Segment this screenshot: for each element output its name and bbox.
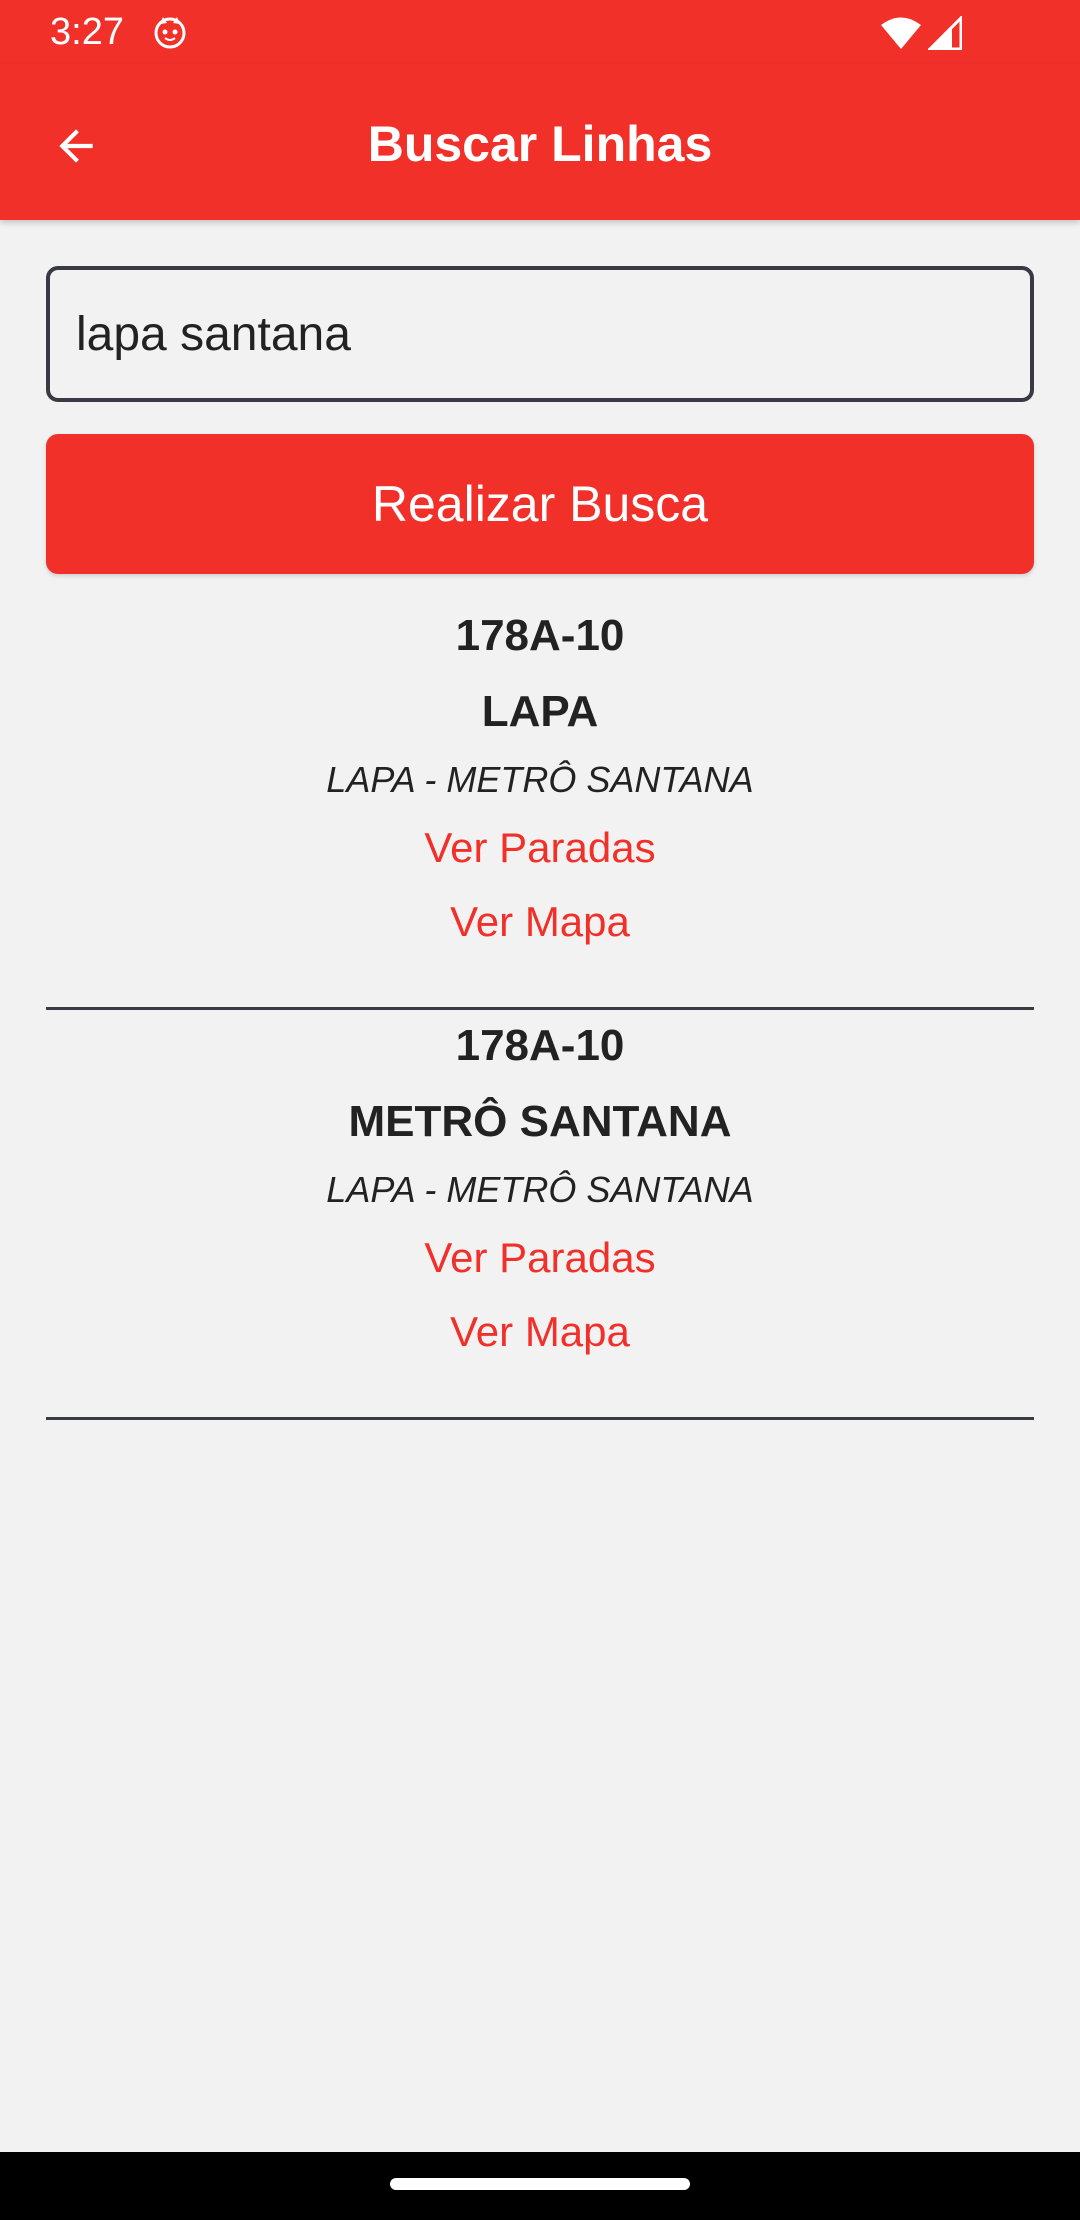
line-destination: LAPA: [481, 687, 599, 736]
status-time: 3:27: [50, 11, 124, 53]
search-field: [46, 266, 1034, 402]
results-list: 178A-10 LAPA LAPA - METRÔ SANTANA Ver Pa…: [46, 600, 1034, 1420]
line-route: LAPA - METRÔ SANTANA: [326, 759, 754, 800]
page-title: Buscar Linhas: [367, 116, 713, 172]
wifi-icon: [881, 17, 921, 49]
search-input[interactable]: [50, 270, 1030, 398]
cat-notification-icon: [154, 17, 186, 49]
navigation-bar: [0, 2152, 1080, 2220]
status-bar: 3:27: [0, 0, 1080, 64]
cell-signal-icon: [928, 16, 962, 50]
screen: 3:27 Buscar Linhas Realizar Busca: [0, 0, 1080, 2220]
line-code: 178A-10: [455, 1021, 625, 1070]
list-item: 178A-10 METRÔ SANTANA LAPA - METRÔ SANTA…: [46, 1010, 1034, 1420]
home-gesture-handle[interactable]: [390, 2178, 690, 2190]
view-map-link[interactable]: Ver Mapa: [46, 897, 1034, 947]
view-map-link[interactable]: Ver Mapa: [46, 1307, 1034, 1357]
view-stops-link[interactable]: Ver Paradas: [46, 1233, 1034, 1283]
line-destination: METRÔ SANTANA: [348, 1097, 732, 1146]
app-bar: Buscar Linhas: [0, 64, 1080, 220]
list-item: 178A-10 LAPA LAPA - METRÔ SANTANA Ver Pa…: [46, 600, 1034, 1010]
view-stops-link[interactable]: Ver Paradas: [46, 823, 1034, 873]
line-route: LAPA - METRÔ SANTANA: [326, 1169, 754, 1210]
search-button[interactable]: Realizar Busca: [46, 434, 1034, 574]
line-code: 178A-10: [455, 611, 625, 660]
